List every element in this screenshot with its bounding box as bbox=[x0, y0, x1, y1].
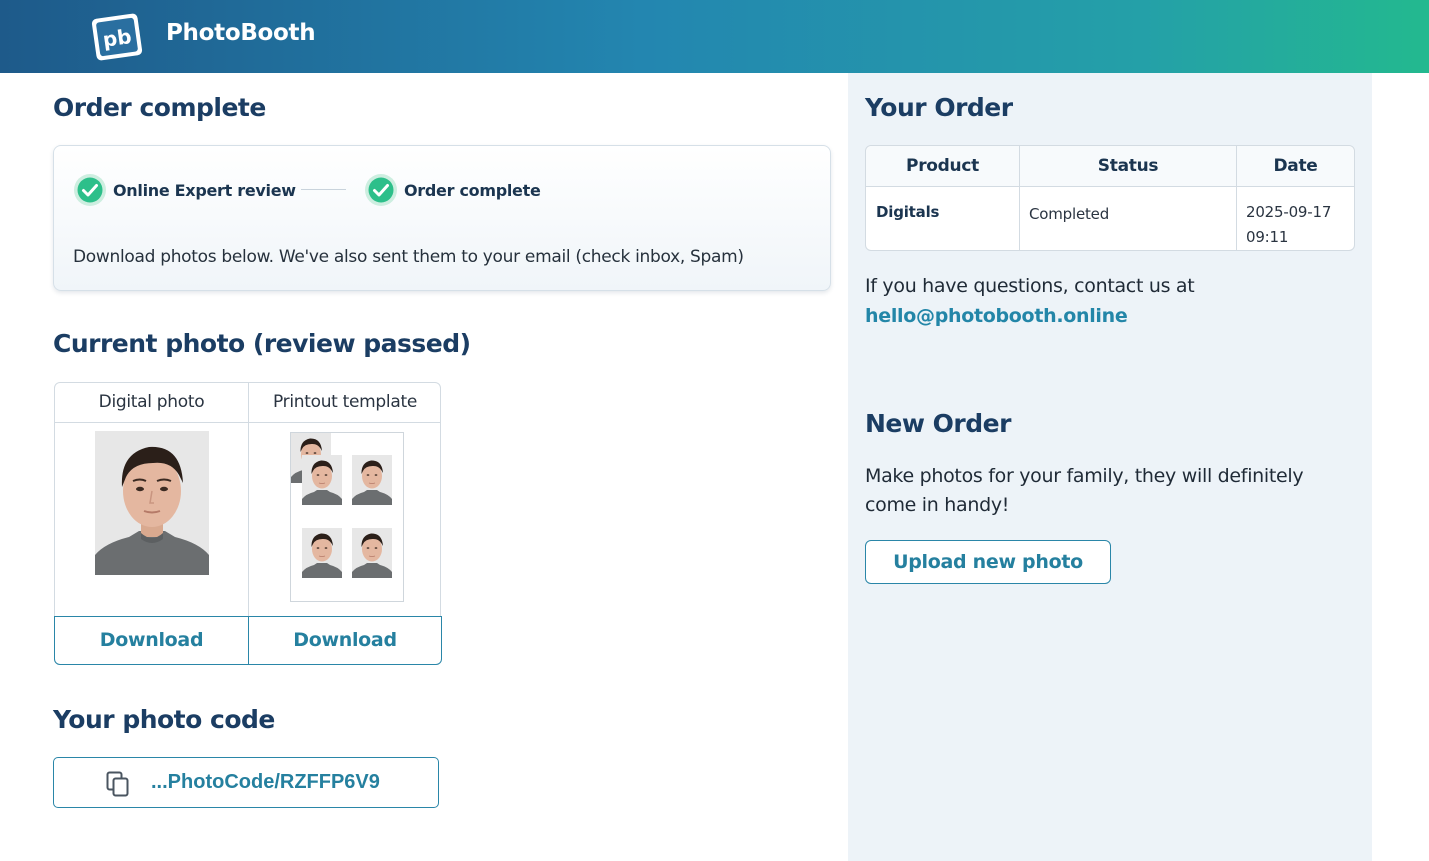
template-portraits bbox=[291, 433, 393, 579]
step-connector bbox=[301, 189, 346, 190]
order-time-cell: 09:11 bbox=[1246, 228, 1289, 246]
photo-code-title: Your photo code bbox=[53, 705, 275, 734]
new-order-title: New Order bbox=[865, 409, 1011, 438]
photo-table: Digital photo Printout template Download… bbox=[54, 382, 442, 665]
step-label-expert-review: Online Expert review bbox=[113, 181, 296, 200]
download-printout-template-button[interactable]: Download bbox=[248, 616, 442, 665]
check-circle-icon bbox=[74, 174, 106, 206]
table-divider bbox=[866, 186, 1354, 187]
contact-email-link[interactable]: hello@photobooth.online bbox=[865, 305, 1128, 327]
col-header-printout-template: Printout template bbox=[273, 392, 417, 412]
download-digital-photo-button[interactable]: Download bbox=[54, 616, 249, 665]
photobooth-logo-icon[interactable]: pb bbox=[88, 12, 146, 62]
photo-code-text[interactable]: ...PhotoCode/RZFFP6V9 bbox=[151, 771, 380, 794]
current-photo-title: Current photo (review passed) bbox=[53, 329, 471, 358]
order-col-product: Product bbox=[866, 146, 1019, 187]
new-order-text: Make photos for your family, they will d… bbox=[865, 465, 1304, 516]
top-header: pb PhotoBooth bbox=[0, 0, 1429, 73]
upload-new-photo-button[interactable]: Upload new photo bbox=[865, 540, 1111, 584]
order-status-card: Online Expert review Order complete Down… bbox=[53, 145, 831, 291]
digital-photo-image bbox=[95, 431, 209, 575]
order-product-cell: Digitals bbox=[876, 203, 940, 221]
order-status-cell: Completed bbox=[1029, 205, 1110, 223]
step-label-order-complete: Order complete bbox=[404, 181, 541, 200]
order-col-status: Status bbox=[1020, 146, 1236, 187]
copy-icon[interactable] bbox=[106, 771, 130, 797]
contact-text: If you have questions, contact us at bbox=[865, 275, 1195, 297]
photo-code-copy-field[interactable]: ...PhotoCode/RZFFP6V9 bbox=[53, 757, 439, 808]
table-divider bbox=[1236, 146, 1237, 250]
logo-letters: pb bbox=[101, 24, 133, 52]
printout-template-image bbox=[290, 432, 404, 602]
download-note: Download photos below. We've also sent t… bbox=[73, 247, 744, 267]
brand-name[interactable]: PhotoBooth bbox=[166, 20, 316, 46]
table-divider bbox=[1019, 146, 1020, 250]
check-circle-icon bbox=[365, 174, 397, 206]
order-col-date: Date bbox=[1237, 146, 1354, 187]
order-date-cell: 2025-09-17 bbox=[1246, 203, 1332, 221]
order-complete-title: Order complete bbox=[53, 93, 266, 122]
your-order-title: Your Order bbox=[865, 93, 1013, 122]
order-summary-table: Product Status Date Digitals Completed 2… bbox=[865, 145, 1355, 251]
col-header-digital-photo: Digital photo bbox=[98, 392, 205, 412]
